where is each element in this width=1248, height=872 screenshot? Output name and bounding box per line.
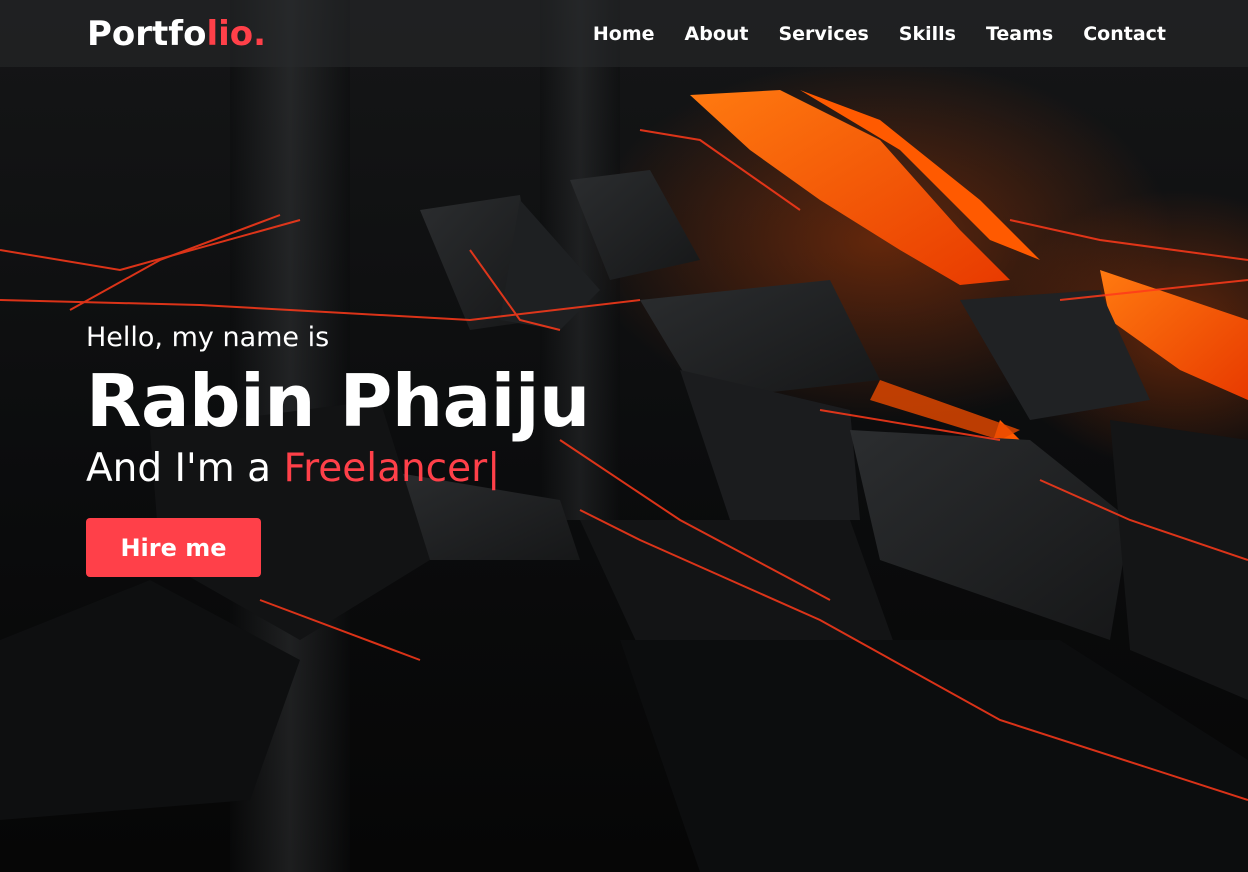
hire-me-button[interactable]: Hire me — [86, 518, 261, 577]
nav-link-about[interactable]: About — [685, 23, 749, 45]
hero-role-prefix: And I'm a — [86, 446, 284, 491]
typing-cursor: | — [487, 446, 501, 491]
hero-name: Rabin Phaiju — [86, 359, 590, 443]
hero-greeting: Hello, my name is — [86, 322, 330, 353]
navbar: Portfolio. Home About Services Skills Te… — [0, 0, 1248, 67]
nav-link-contact[interactable]: Contact — [1083, 23, 1166, 45]
nav-item: About — [685, 23, 749, 45]
logo-accent-text: lio. — [206, 14, 267, 54]
nav-item: Services — [778, 23, 868, 45]
logo[interactable]: Portfolio. — [87, 13, 266, 55]
nav-link-services[interactable]: Services — [778, 23, 868, 45]
hero-role-line: And I'm a Freelancer| — [86, 444, 590, 494]
hero-section: Portfolio. Home About Services Skills Te… — [0, 0, 1248, 872]
nav-item: Skills — [899, 23, 956, 45]
nav-item: Teams — [986, 23, 1053, 45]
nav-link-home[interactable]: Home — [593, 23, 655, 45]
nav-item: Contact — [1083, 23, 1166, 45]
nav-link-skills[interactable]: Skills — [899, 23, 956, 45]
hero-content: Hello, my name is Rabin Phaiju And I'm a… — [86, 318, 590, 577]
logo-main-text: Portfo — [87, 14, 207, 54]
nav-link-teams[interactable]: Teams — [986, 23, 1053, 45]
hero-role: Freelancer — [283, 446, 488, 491]
nav-item: Home — [593, 23, 655, 45]
nav-menu: Home About Services Skills Teams Contact — [593, 0, 1166, 67]
